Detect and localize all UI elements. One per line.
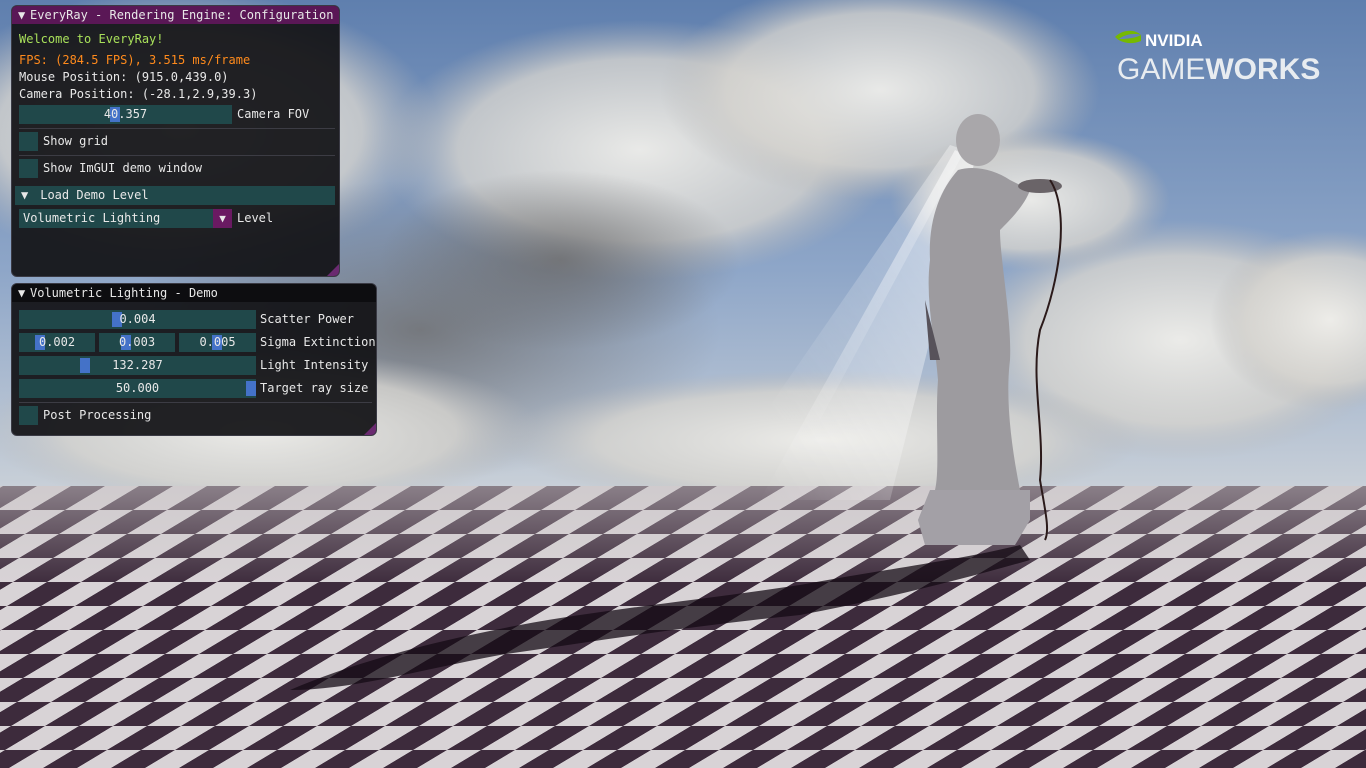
load-demo-level-header[interactable]: ▼ Load Demo Level [15,186,335,205]
config-window[interactable]: ▼ EveryRay - Rendering Engine: Configurat… [11,5,340,277]
volumetric-demo-window[interactable]: ▼ Volumetric Lighting - Demo 0.004 Scatte… [11,283,377,436]
fps-text: FPS: (284.5 FPS), 3.515 ms/frame [19,53,251,67]
demo-window-titlebar[interactable]: ▼ Volumetric Lighting - Demo [12,284,376,302]
target-ray-size-slider[interactable]: 50.000 [19,379,256,398]
resize-grip-icon[interactable] [327,264,339,276]
camera-position-text: Camera Position: (-28.1,2.9,39.3) [19,87,258,101]
svg-text:GAMEWORKS: GAMEWORKS [1117,53,1320,86]
scatter-power-value: 0.004 [119,312,156,326]
resize-grip-icon[interactable] [364,423,376,435]
show-grid-label: Show grid [43,134,109,148]
sigma-extinction-z-value: 0.005 [199,335,236,349]
config-window-titlebar[interactable]: ▼ EveryRay - Rendering Engine: Configurat… [12,6,339,24]
slider-grab[interactable] [80,358,91,373]
chevron-down-icon[interactable]: ▼ [213,209,232,228]
sigma-extinction-z-slider[interactable]: 0.005 [179,333,256,352]
config-window-title: EveryRay - Rendering Engine: Configurati… [30,8,334,22]
load-demo-level-label: Load Demo Level [40,188,149,202]
light-intensity-value: 132.287 [112,358,163,372]
separator [19,402,372,403]
scatter-power-slider[interactable]: 0.004 [19,310,256,329]
sigma-extinction-label: Sigma Extinction [260,335,376,349]
gameworks-bold: WORKS [1205,53,1320,86]
sigma-extinction-y-slider[interactable]: 0.003 [99,333,175,352]
level-combo-value: Volumetric Lighting [23,211,161,225]
collapse-triangle-icon: ▼ [21,188,29,202]
separator [19,155,335,156]
level-label: Level [237,211,274,225]
mouse-position-text: Mouse Position: (915.0,439.0) [19,70,229,84]
slider-grab[interactable] [246,381,256,396]
demo-window-title: Volumetric Lighting - Demo [30,286,218,300]
sigma-extinction-x-slider[interactable]: 0.002 [19,333,95,352]
scatter-power-label: Scatter Power [260,312,354,326]
camera-fov-slider[interactable]: 40.357 [19,105,232,124]
sigma-extinction-x-value: 0.002 [38,335,76,349]
show-imgui-demo-checkbox[interactable] [19,159,38,178]
gameworks-light: GAME [1117,53,1205,86]
post-processing-checkbox[interactable] [19,406,38,425]
light-intensity-slider[interactable]: 132.287 [19,356,256,375]
separator [19,128,335,129]
show-imgui-demo-label: Show ImGUI demo window [43,161,202,175]
nvidia-eye-icon [1115,30,1141,44]
target-ray-size-value: 50.000 [115,381,160,395]
show-grid-checkbox[interactable] [19,132,38,151]
welcome-text: Welcome to EveryRay! [19,32,164,46]
target-ray-size-label: Target ray size [260,381,369,395]
camera-fov-value: 40.357 [103,107,148,121]
collapse-triangle-icon[interactable]: ▼ [18,6,30,24]
nvidia-wordmark: NVIDIA [1145,31,1203,50]
camera-fov-label: Camera FOV [237,107,310,121]
light-intensity-label: Light Intensity [260,358,369,372]
nvidia-gameworks-logo: NVIDIA GAMEWORKS [1113,27,1343,87]
collapse-triangle-icon[interactable]: ▼ [18,284,30,302]
post-processing-label: Post Processing [43,408,152,422]
sigma-extinction-y-value: 0.003 [118,335,156,349]
level-combo[interactable]: Volumetric Lighting [19,209,213,228]
